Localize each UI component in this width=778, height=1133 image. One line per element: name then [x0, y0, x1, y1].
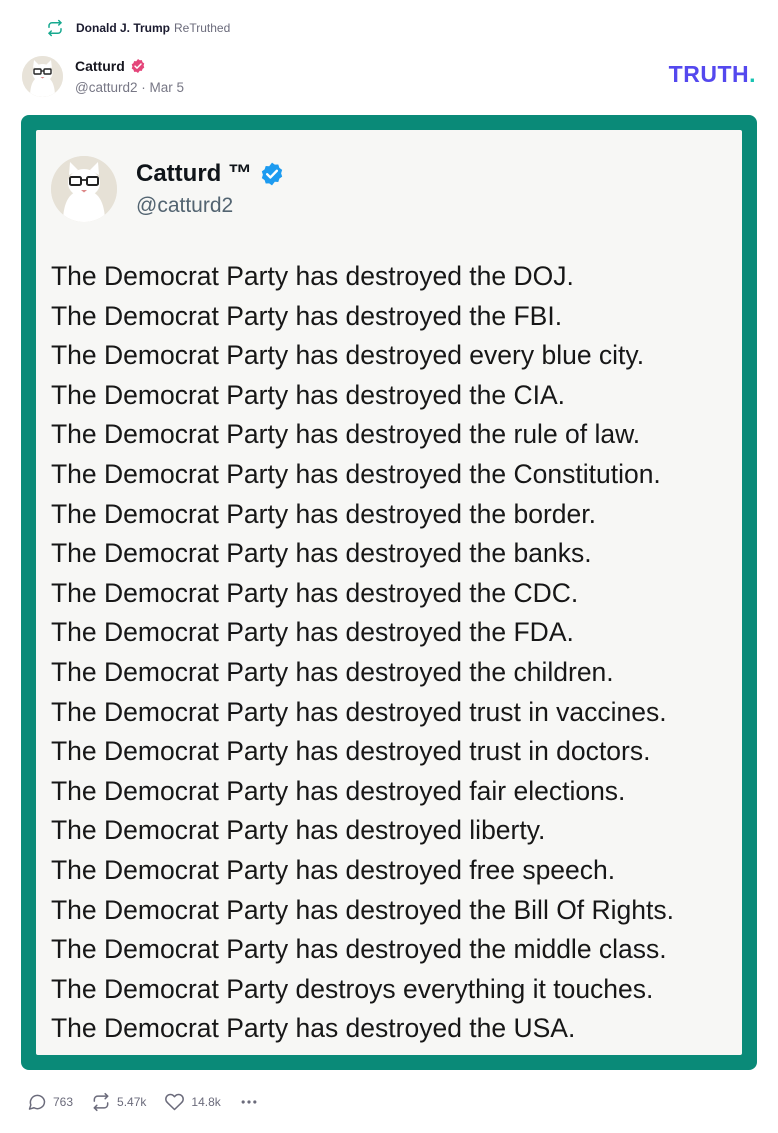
tweet-avatar	[51, 156, 117, 222]
more-icon	[241, 1100, 257, 1104]
tweet-author-info: Catturd ™ @catturd2	[136, 160, 285, 218]
tweet-line: The Democrat Party has destroyed trust i…	[51, 736, 651, 767]
post-date[interactable]: Mar 5	[150, 80, 185, 95]
tweet-line: The Democrat Party has destroyed the chi…	[51, 656, 614, 687]
tweet-line: The Democrat Party has destroyed the bor…	[51, 498, 596, 529]
heart-icon	[165, 1093, 185, 1111]
author-name[interactable]: Catturd	[75, 58, 125, 74]
tweet-line: The Democrat Party has destroyed the rul…	[51, 419, 641, 450]
truth-social-logo[interactable]: TRUTH.	[669, 61, 756, 88]
retruth-count: 5.47k	[117, 1095, 147, 1109]
tweet-line: The Democrat Party has destroyed the mid…	[51, 934, 667, 965]
tweet-text: The Democrat Party has destroyed the DOJ…	[51, 257, 674, 1049]
tweet-line: The Democrat Party destroys everything i…	[51, 973, 654, 1004]
tweet-author-handle: @catturd2	[136, 194, 234, 217]
author-name-row[interactable]: Catturd	[75, 57, 184, 75]
logo-text: TRUTH	[668, 61, 750, 87]
retruth-button[interactable]: 5.47k	[91, 1092, 146, 1112]
retruth-icon	[48, 19, 62, 37]
author-avatar[interactable]	[22, 55, 63, 97]
retruth-icon	[93, 1092, 109, 1112]
tweet-line: The Democrat Party has destroyed the FBI…	[51, 300, 563, 331]
like-count: 14.8k	[191, 1095, 221, 1109]
reply-icon	[28, 1094, 46, 1110]
tweet-line: The Democrat Party has destroyed the USA…	[51, 1013, 576, 1044]
tweet-author-row: Catturd ™	[136, 160, 285, 188]
retruth-banner: Donald J. Trump ReTruthed	[46, 18, 230, 38]
tweet-line: The Democrat Party has destroyed the FDA…	[51, 617, 574, 648]
reply-count: 763	[53, 1095, 74, 1109]
tweet-screenshot: Catturd ™ @catturd2 The Democrat Party h…	[36, 130, 742, 1055]
tweet-line: The Democrat Party has destroyed the ban…	[51, 538, 592, 569]
author-info: Catturd @catturd2 · Mar 5	[75, 57, 184, 95]
tweet-line: The Democrat Party has destroyed the Con…	[51, 458, 661, 489]
retruth-user-link[interactable]: Donald J. Trump	[76, 21, 170, 35]
tweet-line: The Democrat Party has destroyed liberty…	[51, 815, 546, 846]
post-header: Catturd @catturd2 · Mar 5	[22, 54, 184, 98]
cat-avatar-icon	[51, 156, 117, 222]
tweet-author-name: Catturd ™	[136, 160, 252, 187]
more-button[interactable]	[239, 1092, 259, 1112]
author-handle[interactable]: @catturd2	[75, 80, 137, 95]
tweet-line: The Democrat Party has destroyed the Bil…	[51, 894, 675, 925]
tweet-line: The Democrat Party has destroyed free sp…	[51, 854, 616, 885]
tweet-line: The Democrat Party has destroyed fair el…	[51, 775, 626, 806]
post-actions: 763 5.47k 14.8k	[27, 1090, 259, 1114]
logo-dot: .	[749, 61, 756, 87]
post-media[interactable]: Catturd ™ @catturd2 The Democrat Party h…	[21, 115, 757, 1070]
verified-badge-icon	[131, 59, 145, 73]
like-button[interactable]: 14.8k	[164, 1092, 221, 1112]
retruth-label: ReTruthed	[174, 21, 231, 35]
author-meta: @catturd2 · Mar 5	[75, 80, 184, 95]
tweet-line: The Democrat Party has destroyed the CDC…	[51, 577, 579, 608]
reply-button[interactable]: 763	[27, 1092, 73, 1112]
tweet-line: The Democrat Party has destroyed the DOJ…	[51, 261, 574, 291]
tweet-line: The Democrat Party has destroyed trust i…	[51, 696, 667, 727]
tweet-line: The Democrat Party has destroyed every b…	[51, 340, 645, 371]
tweet-header: Catturd ™ @catturd2	[51, 156, 285, 222]
cat-avatar-icon	[22, 55, 63, 97]
blue-check-icon	[261, 162, 283, 186]
meta-separator: ·	[141, 80, 146, 95]
tweet-line: The Democrat Party has destroyed the CIA…	[51, 379, 566, 410]
